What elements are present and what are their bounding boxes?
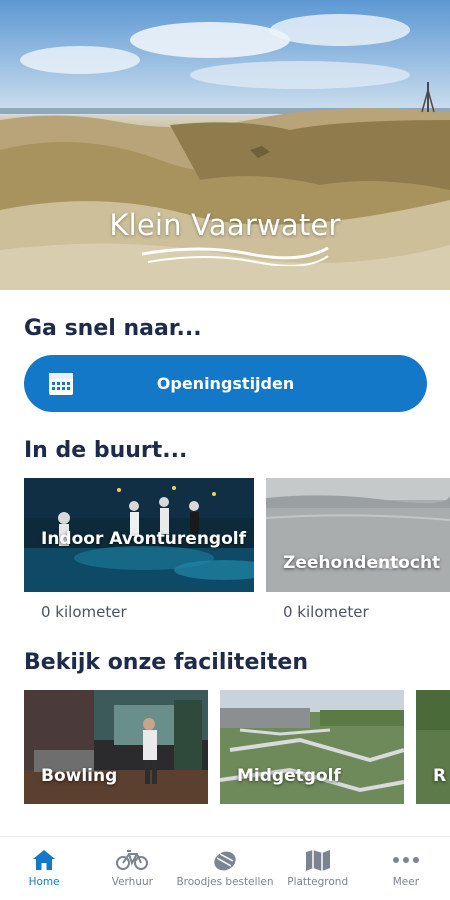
nearby-card-indoor-avonturengolf[interactable]: Indoor Avonturengolf [24,478,254,592]
nav-plattegrond[interactable]: Plattegrond [274,837,362,900]
nav-home[interactable]: Home [0,837,88,900]
nearby-distance: 0 kilometer [41,603,127,621]
nearby-card-title: Zeehondentocht [283,553,441,573]
nav-home-label: Home [28,876,60,888]
logo-wave-icon [141,246,329,266]
nav-plattegrond-label: Plattegrond [287,876,349,888]
brand-logo-text: Klein Vaarwater [109,208,341,242]
opening-hours-button[interactable]: Openingstijden [24,355,427,412]
nearby-heading: In de buurt... [24,438,188,463]
facility-card-bowling[interactable]: Bowling [24,690,208,804]
bowling-photo [24,690,208,804]
facility-card-title: Midgetgolf [237,766,341,786]
nav-broodjes-bestellen[interactable]: Broodjes bestellen [176,837,274,900]
calendar-icon [49,373,73,395]
nav-broodjes-label: Broodjes bestellen [176,876,274,888]
map-icon [305,850,330,871]
hero-banner: Klein Vaarwater [0,0,450,290]
facility-card-title: Bowling [41,766,118,786]
facility-card-partial[interactable]: R [416,690,450,804]
facility-card-title: R [433,766,447,786]
quick-links-heading: Ga snel naar... [24,316,202,341]
facilities-heading: Bekijk onze faciliteiten [24,650,309,675]
midgetgolf-photo [220,690,404,804]
nav-verhuur-label: Verhuur [111,876,153,888]
nav-verhuur[interactable]: Verhuur [88,837,176,900]
food-icon [214,851,236,871]
facility-card-midgetgolf[interactable]: Midgetgolf [220,690,404,804]
nav-meer[interactable]: Meer [362,837,450,900]
home-icon [33,850,56,870]
nav-meer-label: Meer [392,876,420,888]
more-icon [392,857,419,863]
nearby-card-zeehondentocht[interactable]: Zeehondentocht [266,478,450,592]
bicycle-icon [116,850,149,870]
facility-photo-partial [416,690,450,804]
nearby-distance: 0 kilometer [283,603,369,621]
opening-hours-label: Openingstijden [156,374,295,393]
nearby-card-title: Indoor Avonturengolf [41,529,246,549]
bottom-navigation: Home Verhuur Broodjes bestellen Plattegr… [0,836,450,900]
